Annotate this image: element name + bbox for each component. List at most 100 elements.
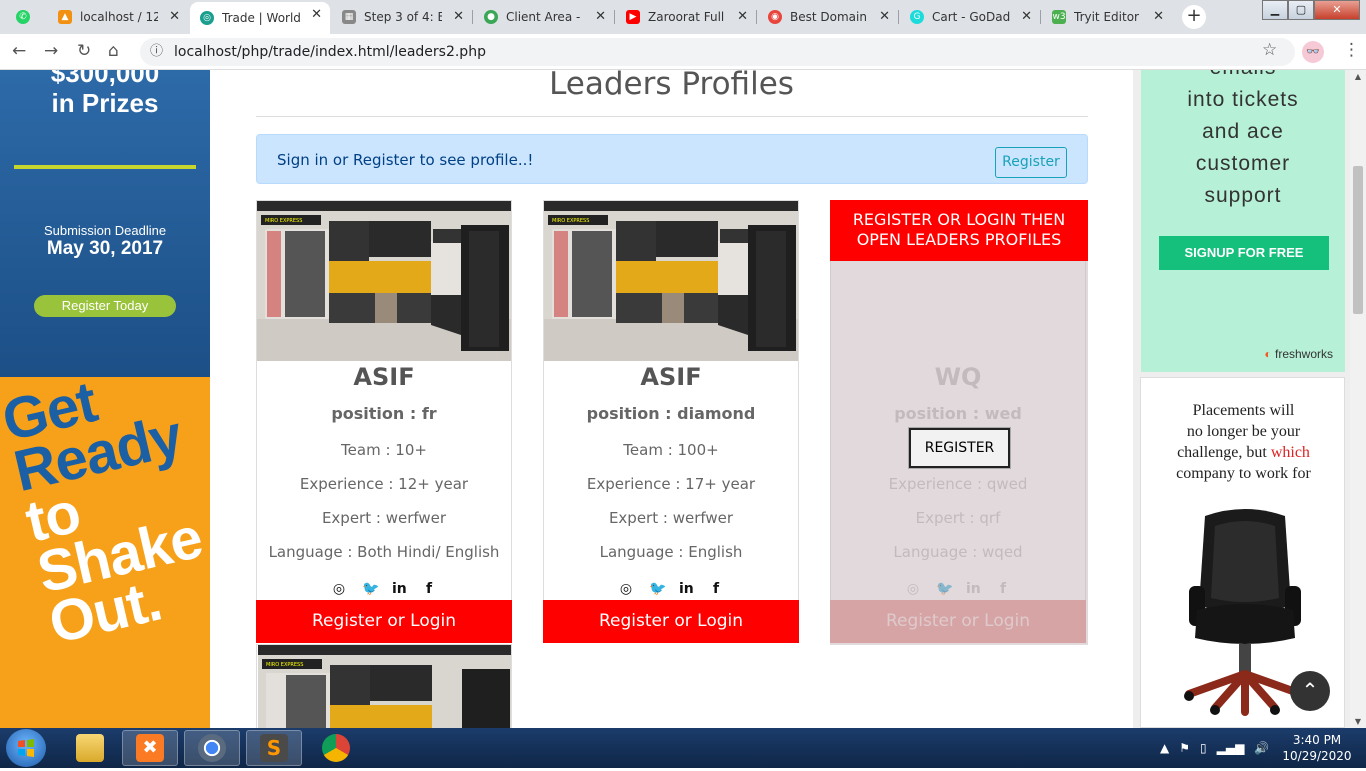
browser-menu-icon[interactable]: ⋮ [1343,40,1360,60]
dribbble-icon[interactable]: ◎ [619,581,633,597]
site-info-icon[interactable]: ⓘ [150,38,163,66]
close-tab-icon[interactable]: ✕ [169,9,180,24]
ad-line: emails [1141,70,1345,84]
ad-line: and ace [1202,120,1284,143]
close-tab-icon[interactable]: ✕ [737,9,748,24]
leader-position: position : diamond [586,404,756,423]
register-or-login-button[interactable]: Register or Login [543,600,799,643]
alert-register-button[interactable]: Register [995,147,1067,178]
tab-separator [898,10,899,24]
ad-line: challenge, but which [1141,442,1346,463]
leader-position: position : wed [894,404,1022,423]
facebook-icon[interactable]: f [422,581,436,597]
minimize-window-button[interactable]: ▁ [1262,0,1288,20]
address-bar[interactable]: ⓘ localhost/php/trade/index.html/leaders… [140,38,1295,66]
trade-site-icon: ◎ [200,11,214,25]
taskbar-chrome-window[interactable] [184,730,240,766]
reload-icon[interactable]: ↻ [77,41,91,61]
close-tab-icon[interactable]: ✕ [453,9,464,24]
prize-ad-banner[interactable]: $300,000 in Prizes Submission Deadline M… [0,70,210,377]
scrollbar-thumb[interactable] [1353,166,1363,314]
maximize-window-button[interactable]: ▢ [1288,0,1314,20]
tab-whatsapp[interactable]: ✆ [6,4,46,30]
overlay-register-button[interactable]: REGISTER [909,428,1010,468]
signup-free-button[interactable]: SIGNUP FOR FREE [1159,236,1329,270]
prize-amount: $300,000 [50,70,160,88]
taskbar-file-explorer[interactable] [62,730,118,766]
tab-godaddy[interactable]: G Cart - GoDaddy ✕ [900,4,1040,30]
linkedin-icon[interactable]: in [679,581,694,597]
close-tab-icon[interactable]: ✕ [879,9,890,24]
start-button[interactable] [6,729,46,767]
tab-title: Zaroorat Full Video [648,10,726,24]
tab-title: Trade | World Wide [222,11,300,25]
network-signal-icon[interactable]: ▂▄▆ [1217,741,1245,755]
leader-language: Language : Both Hindi/ English [268,543,500,561]
tab-client-area[interactable]: ● Client Area - Panel ✕ [474,4,614,30]
phpmyadmin-icon: ▲ [58,10,72,24]
close-tab-icon[interactable]: ✕ [1021,9,1032,24]
tab-tryit-editor[interactable]: w3 Tryit Editor v3.6 ✕ [1042,4,1172,30]
tab-step3[interactable]: ▦ Step 3 of 4: Edit ✕ [332,4,472,30]
facebook-icon: f [999,581,1007,597]
linkedin-icon[interactable]: in [392,581,407,597]
taskbar-sublime[interactable]: S [246,730,302,766]
chrome-icon [322,734,350,762]
show-hidden-icons-icon[interactable]: ▲ [1160,741,1169,755]
scroll-down-arrow-icon[interactable]: ▼ [1350,717,1366,726]
tab-youtube[interactable]: ▶ Zaroorat Full Video ✕ [616,4,756,30]
twitter-icon[interactable]: 🐦 [362,581,379,597]
back-arrow-icon[interactable]: ← [12,41,26,61]
close-tab-icon[interactable]: ✕ [1153,9,1164,24]
leader-experience: Experience : qwed [888,475,1028,493]
bookmark-star-icon[interactable]: ☆ [1262,40,1277,60]
taskbar-xampp[interactable]: ✖ [122,730,178,766]
taskbar-clock[interactable]: 3:40 PM 10/29/2020 [1280,732,1354,764]
tab-separator [1040,10,1041,24]
action-center-flag-icon[interactable]: ⚑ [1179,741,1190,755]
left-advertisement[interactable]: $300,000 in Prizes Submission Deadline M… [0,70,210,728]
tab-trade[interactable]: ◎ Trade | World Wide ✕ [190,2,330,34]
volume-icon[interactable]: 🔊 [1254,741,1269,755]
profile-avatar[interactable]: 👓 [1302,41,1324,63]
close-tab-icon[interactable]: ✕ [311,7,322,22]
ad-line: company to work for [1176,465,1311,482]
dribbble-icon[interactable]: ◎ [332,581,346,597]
url-text: localhost/php/trade/index.html/leaders2.… [174,44,486,60]
social-links: ◎ 🐦 in f [831,581,1085,597]
ad-text-highlight: which [1270,444,1310,461]
browser-toolbar: ← → ↻ ⌂ ⓘ localhost/php/trade/index.html… [0,34,1366,70]
shakeout-ad-banner[interactable]: Get Ready to Shake Out. [0,377,210,728]
leader-photo: MIRO EXPRESS [544,201,798,361]
device-icon[interactable]: ▯ [1200,741,1207,755]
forward-arrow-icon[interactable]: → [44,41,58,61]
home-icon[interactable]: ⌂ [108,41,119,61]
taskbar-chrome[interactable] [308,730,364,766]
freshworks-ad[interactable]: emails into tickets and ace customer sup… [1141,70,1345,372]
tab-best-domain[interactable]: ◉ Best Domain Names ✕ [758,4,898,30]
close-window-button[interactable]: ✕ [1314,0,1360,20]
deadline-date: May 30, 2017 [46,238,164,259]
tab-separator [756,10,757,24]
scroll-up-arrow-icon[interactable]: ▲ [1350,72,1366,81]
leader-position: position : fr [331,404,437,423]
tab-localhost[interactable]: ▲ localhost / 127.0.0.1 ✕ [48,4,188,30]
social-links: ◎ 🐦 in f [544,581,798,597]
prize-text: in Prizes [51,88,159,118]
close-tab-icon[interactable]: ✕ [595,9,606,24]
page-scrollbar[interactable]: ▲ ▼ [1350,70,1366,728]
leader-card: MIRO EXPRESS [256,644,512,728]
twitter-icon: 🐦 [936,581,954,597]
scroll-to-top-button[interactable]: ⌃ [1290,671,1330,711]
twitter-icon[interactable]: 🐦 [649,581,666,597]
new-tab-button[interactable]: + [1182,5,1206,29]
facebook-icon[interactable]: f [709,581,723,597]
page-viewport: $300,000 in Prizes Submission Deadline M… [0,70,1366,728]
register-today-button[interactable]: Register Today [34,295,176,317]
right-advertisement[interactable]: emails into tickets and ace customer sup… [1133,70,1350,728]
register-or-login-button[interactable]: Register or Login [830,600,1086,643]
ad-line: Placements will [1192,402,1295,419]
leader-team: Team : 100+ [623,441,719,459]
register-or-login-button[interactable]: Register or Login [256,600,512,643]
sublime-text-icon: S [260,734,288,762]
